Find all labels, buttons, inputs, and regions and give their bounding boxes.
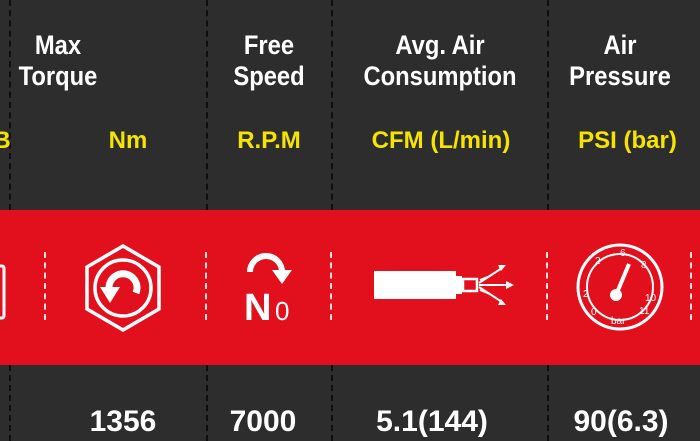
pressure-gauge-icon: 0 2 2 6 8 10 11 bar <box>575 242 665 332</box>
gauge-label-2a: 2 <box>583 289 589 300</box>
band-divider <box>690 252 692 320</box>
gauge-label-11: 11 <box>639 306 650 317</box>
free-speed-icon-subscript: 0 <box>275 296 289 326</box>
band-divider <box>205 252 207 320</box>
band-divider <box>330 252 332 320</box>
unit-air-consumption: CFM (L/min) <box>371 127 511 154</box>
gauge-label-2b: 2 <box>595 256 601 267</box>
column-divider <box>206 0 208 210</box>
unit-air-pressure: PSI (bar) <box>578 127 677 154</box>
value-air-pressure: 90(6.3) <box>573 405 669 438</box>
column-divider <box>331 0 333 210</box>
band-divider <box>44 252 46 320</box>
gauge-unit-label: bar <box>611 316 626 327</box>
header-air-pressure: Air Pressure <box>569 30 671 91</box>
band-divider <box>546 252 548 320</box>
free-speed-icon-letter: N <box>244 287 271 326</box>
gauge-label-10: 10 <box>645 293 657 304</box>
column-divider <box>547 365 549 441</box>
column-divider <box>547 0 549 210</box>
gauge-label-8: 8 <box>641 260 647 271</box>
gauge-label-0: 0 <box>591 307 597 318</box>
unit-max-torque: Nm <box>108 127 148 154</box>
gauge-label-6: 6 <box>620 248 626 259</box>
value-free-speed: 7000 <box>229 405 297 438</box>
free-speed-icon: N 0 <box>238 246 308 326</box>
column-divider <box>9 365 11 441</box>
value-max-torque: 1356 <box>89 405 157 438</box>
torque-nut-icon <box>83 243 163 333</box>
value-air-consumption: 5.1(144) <box>376 405 488 438</box>
column-divider <box>331 365 333 441</box>
header-air-consumption: Avg. Air Consumption <box>363 30 517 91</box>
unit-partial: B <box>0 127 11 154</box>
header-max-torque: Max Torque <box>18 30 98 91</box>
unit-free-speed: R.P.M <box>237 127 301 154</box>
air-hose-icon <box>372 262 517 308</box>
partial-icon <box>0 262 8 322</box>
header-free-speed: Free Speed <box>233 30 305 91</box>
